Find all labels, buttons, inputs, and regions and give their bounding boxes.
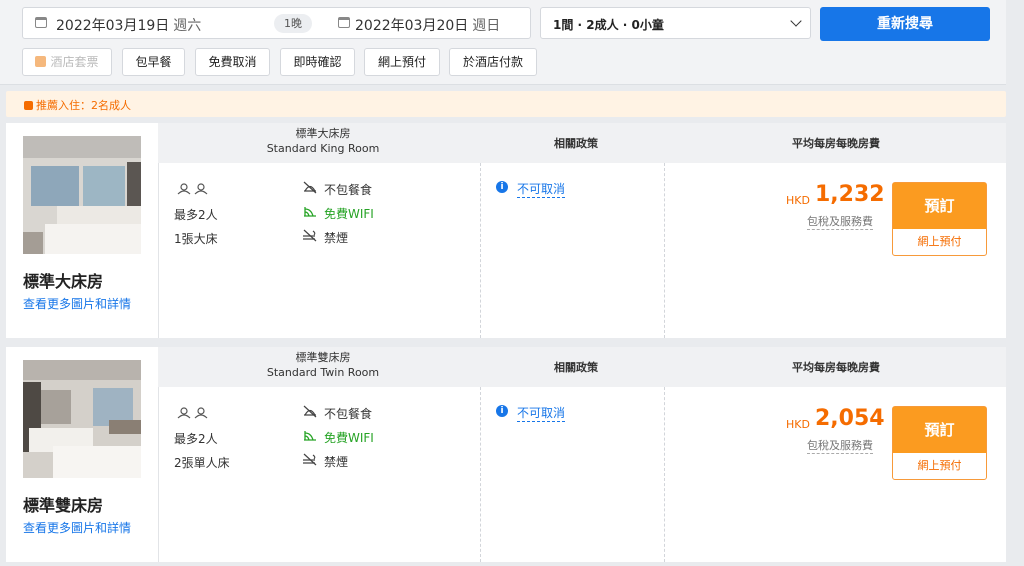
filter-hotel-package[interactable]: 酒店套票 (22, 48, 112, 76)
room-header: 標準雙床房 Standard Twin Room 相關政策 平均每房每晚房費 (158, 347, 1006, 387)
no-smoking-icon (303, 453, 317, 466)
no-meal-icon (303, 181, 317, 194)
bed-type-text: 1張大床 (174, 232, 218, 246)
wifi-text: 免費WIFI (324, 207, 374, 221)
smoking-text: 禁煙 (324, 455, 349, 469)
booking-box: 預訂 網上預付 (892, 182, 987, 256)
person-icon (194, 407, 208, 419)
calendar-icon (35, 17, 47, 28)
tax-note: 包稅及服務費 (807, 439, 873, 454)
booking-box: 預訂 網上預付 (892, 406, 987, 480)
room-name-en: Standard Twin Room (266, 366, 380, 379)
room-name-zh: 標準大床房 (295, 127, 351, 140)
price-column-title: 平均每房每晚房費 (792, 361, 880, 374)
price-currency: HKD (786, 194, 810, 207)
room-card: 標準雙床房 查看更多圖片和詳情 標準雙床房 Standard Twin Room… (6, 347, 1006, 562)
recommend-text: 推薦入住：2名成人 (36, 99, 131, 112)
smoking-text: 禁煙 (324, 231, 349, 245)
guests-value: 1間 · 2成人 · 0小童 (553, 18, 664, 32)
recommend-banner: 推薦入住：2名成人 (6, 91, 1006, 117)
book-button[interactable]: 預訂 (893, 183, 986, 229)
capacity-text: 最多2人 (174, 432, 218, 446)
checkin-date[interactable]: 2022年03月19日 週六 (56, 15, 201, 35)
calendar-icon (338, 17, 350, 28)
filter-free-cancel[interactable]: 免費取消 (195, 48, 270, 76)
room-name-zh: 標準雙床房 (295, 351, 351, 364)
wifi-icon (304, 431, 316, 441)
room-photo[interactable] (23, 136, 141, 254)
divider (480, 387, 481, 562)
cancel-policy-link[interactable]: 不可取消 (517, 180, 566, 198)
payment-type: 網上預付 (917, 459, 962, 472)
package-icon (35, 56, 47, 67)
room-photo[interactable] (23, 360, 141, 478)
guests-select[interactable]: 1間 · 2成人 · 0小童 (540, 7, 811, 39)
filter-pay-at-hotel[interactable]: 於酒店付款 (449, 48, 537, 76)
filter-prepay[interactable]: 網上預付 (364, 48, 440, 76)
room-card: 標準大床房 查看更多圖片和詳情 標準大床房 Standard King Room… (6, 123, 1006, 338)
cancel-policy-link[interactable]: 不可取消 (517, 404, 566, 422)
book-button[interactable]: 預訂 (893, 407, 986, 453)
room-details-link[interactable]: 查看更多圖片和詳情 (23, 519, 131, 536)
divider (480, 163, 481, 338)
search-again-button[interactable]: 重新搜尋 (820, 7, 990, 41)
person-icon (177, 407, 191, 419)
payment-type: 網上預付 (917, 235, 962, 248)
chevron-down-icon (790, 15, 802, 27)
filter-breakfast[interactable]: 包早餐 (122, 48, 185, 76)
tax-note: 包稅及服務費 (807, 215, 873, 230)
nights-badge: 1晚 (274, 14, 312, 33)
capacity-text: 最多2人 (174, 208, 218, 222)
person-icon (177, 183, 191, 195)
date-range-picker[interactable]: 2022年03月19日 週六 1晚 2022年03月20日 週日 (22, 7, 531, 39)
policy-column-title: 相關政策 (554, 361, 598, 374)
divider (664, 387, 665, 562)
price-column-title: 平均每房每晚房費 (792, 137, 880, 150)
divider (664, 163, 665, 338)
thumbs-up-icon (24, 101, 33, 110)
price-currency: HKD (786, 418, 810, 431)
room-title: 標準大床房 (23, 272, 104, 291)
wifi-icon (304, 207, 316, 217)
meal-text: 不包餐食 (324, 183, 373, 197)
checkout-date[interactable]: 2022年03月20日 週日 (355, 15, 500, 35)
room-name-en: Standard King Room (266, 142, 380, 155)
filter-instant-confirm[interactable]: 即時確認 (280, 48, 355, 76)
no-meal-icon (303, 405, 317, 418)
no-smoking-icon (303, 229, 317, 242)
wifi-text: 免費WIFI (324, 431, 374, 445)
meal-text: 不包餐食 (324, 407, 373, 421)
room-price: 2,054 (815, 406, 885, 431)
room-price: 1,232 (815, 182, 885, 207)
bed-type-text: 2張單人床 (174, 456, 230, 470)
room-details-link[interactable]: 查看更多圖片和詳情 (23, 295, 131, 312)
room-title: 標準雙床房 (23, 496, 104, 515)
info-icon[interactable]: i (496, 181, 508, 193)
policy-column-title: 相關政策 (554, 137, 598, 150)
room-header: 標準大床房 Standard King Room 相關政策 平均每房每晚房費 (158, 123, 1006, 163)
search-panel: 2022年03月19日 週六 1晚 2022年03月20日 週日 1間 · 2成人 … (0, 0, 1006, 85)
info-icon[interactable]: i (496, 405, 508, 417)
person-icon (194, 183, 208, 195)
